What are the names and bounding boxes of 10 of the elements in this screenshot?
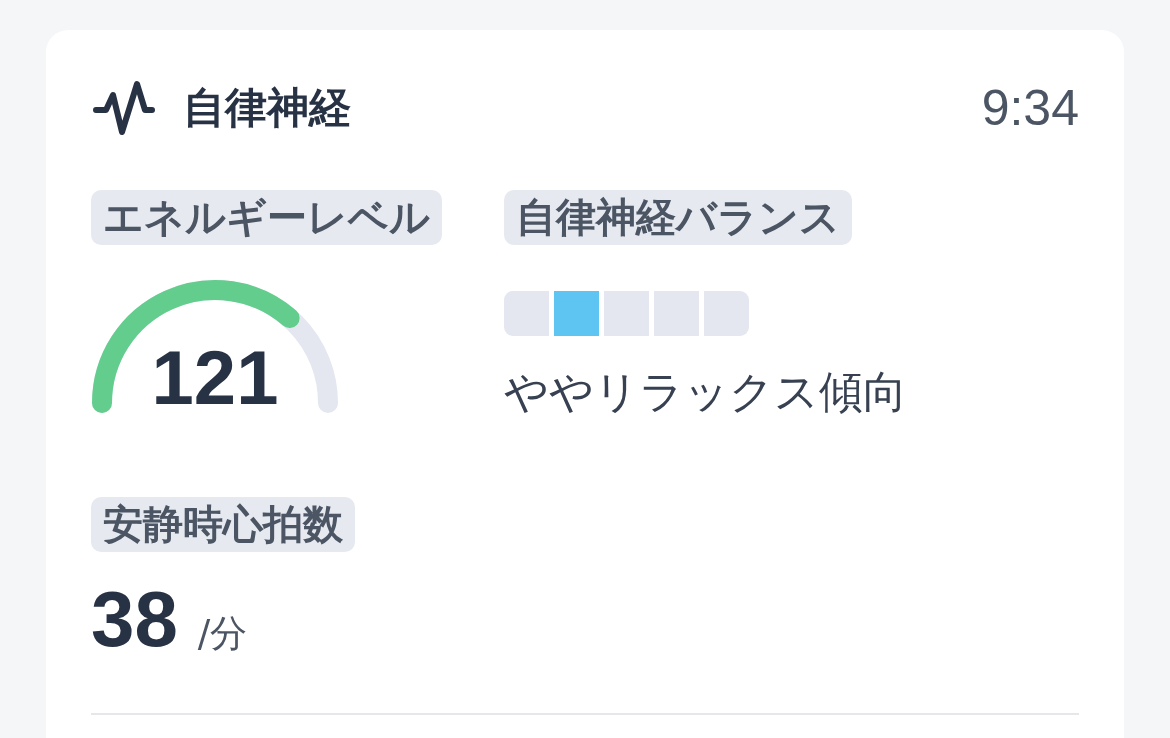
metric-label: 自律神経バランス: [504, 190, 852, 245]
heart-rate-value: 38: [91, 581, 178, 657]
pulse-icon: [93, 80, 155, 136]
gauge-value: 121: [151, 340, 279, 416]
time-label: 9:34: [981, 80, 1079, 136]
metric-label: エネルギーレベル: [91, 190, 442, 245]
metric-label: 安静時心拍数: [91, 497, 355, 552]
card-title: 自律神経: [183, 82, 351, 134]
balance-status: ややリラックス傾向: [504, 365, 907, 419]
unit-label: /分: [197, 611, 248, 657]
